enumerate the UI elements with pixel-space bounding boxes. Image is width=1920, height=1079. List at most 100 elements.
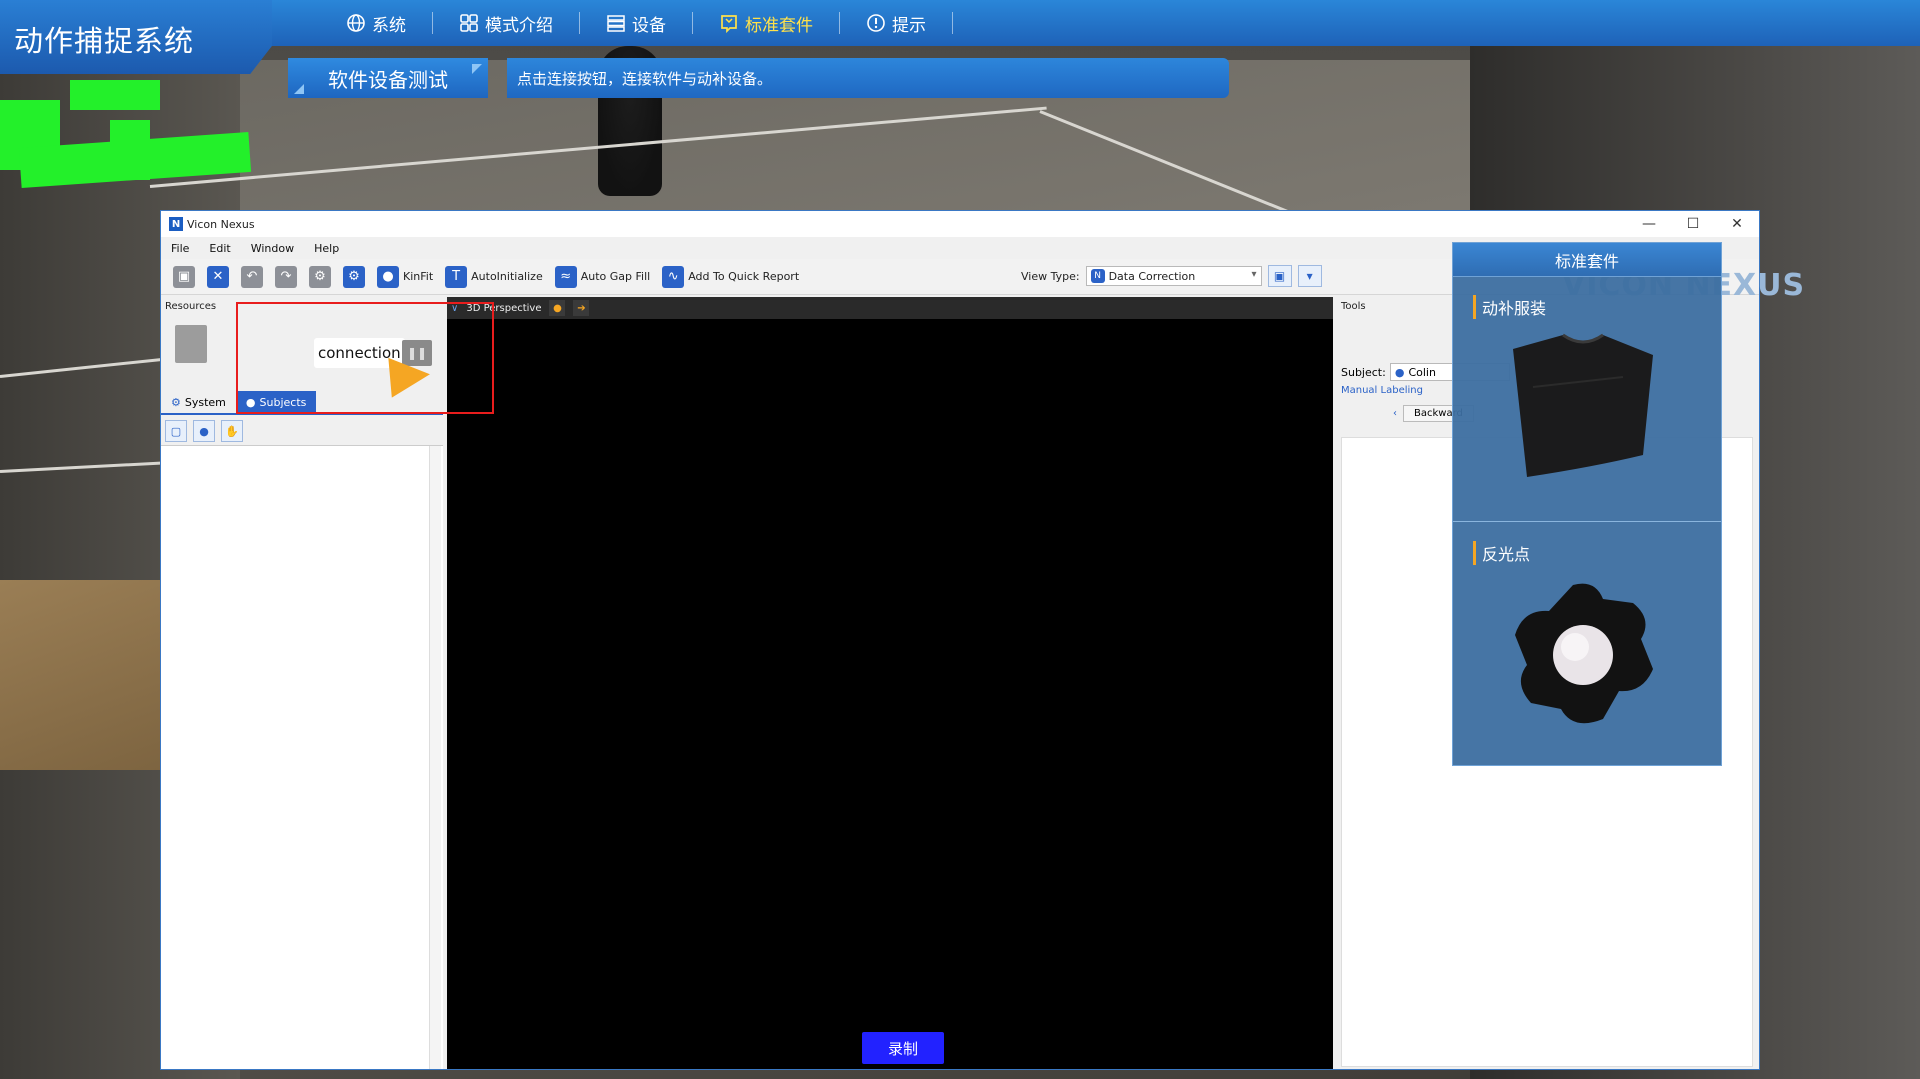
- subject-label: Subject:: [1341, 365, 1386, 379]
- menu-window[interactable]: Window: [241, 242, 304, 255]
- current-step-label: 软件设备测试: [288, 58, 488, 98]
- pipeline-run-icon: ⚙: [343, 265, 365, 288]
- menu-help[interactable]: Help: [304, 242, 349, 255]
- kit-item-suit-label: 动补服装: [1473, 295, 1546, 319]
- autoinit-label: AutoInitialize: [471, 270, 543, 283]
- globe-icon: [346, 13, 366, 33]
- view-type-group: View Type: N Data Correction ▾ ▣ ▾: [1021, 265, 1322, 287]
- view-type-label: View Type:: [1021, 269, 1080, 283]
- person-icon: ●: [377, 265, 399, 288]
- system-icon: ⚙: [171, 395, 181, 409]
- autogap-label: Auto Gap Fill: [580, 270, 651, 283]
- person-icon: ●: [1394, 365, 1405, 379]
- nav-label-mode-intro: 模式介绍: [485, 15, 553, 36]
- nav-label-standard-kit: 标准套件: [745, 15, 813, 36]
- redo-button[interactable]: ↷: [275, 264, 297, 290]
- corner-arrow-icon: [472, 64, 482, 74]
- marker-icon: [1515, 583, 1653, 724]
- undo-button[interactable]: ↶: [241, 264, 263, 290]
- undo-icon: ↶: [241, 265, 263, 288]
- nav-item-tips[interactable]: 提示: [840, 0, 952, 46]
- chevron-down-icon: ▾: [1306, 269, 1313, 283]
- app-title-block: 动作捕捉系统: [0, 0, 272, 74]
- chevron-down-icon: ▾: [1251, 269, 1257, 280]
- delete-button[interactable]: ✕: [207, 264, 229, 290]
- chevron-left-icon: ‹: [1393, 408, 1397, 419]
- corner-arrow-icon: [294, 84, 304, 94]
- instruction-hint: 点击连接按钮，连接软件与动补设备。: [507, 58, 1229, 98]
- autoinit-button[interactable]: T AutoInitialize: [445, 264, 543, 290]
- maximize-button[interactable]: ☐: [1671, 211, 1715, 237]
- hand-icon: ✋: [225, 424, 239, 438]
- menu-file[interactable]: File: [161, 242, 199, 255]
- subject-list-tools: ▢ ● ✋: [161, 417, 443, 445]
- view-options-button[interactable]: ▾: [1297, 265, 1322, 287]
- pipeline-button[interactable]: ⚙: [309, 264, 331, 290]
- close-icon: ✕: [207, 265, 229, 288]
- viewport-header: ∨ 3D Perspective ● ➔: [447, 297, 1333, 319]
- add-subject-button[interactable]: ●: [193, 420, 215, 442]
- view-type-value: Data Correction: [1108, 269, 1196, 283]
- t-pose-icon: T: [445, 265, 468, 288]
- subject-value: Colin: [1408, 365, 1436, 379]
- step-title: 软件设备测试: [328, 67, 448, 92]
- pointer-cursor-icon: [388, 354, 432, 398]
- nav-item-device[interactable]: 设备: [580, 0, 692, 46]
- arrow-icon[interactable]: ➔: [573, 300, 590, 316]
- window-titlebar: N Vicon Nexus — ☐ ✕: [161, 211, 1759, 237]
- info-icon: [866, 13, 886, 33]
- record-button[interactable]: 录制: [862, 1032, 944, 1064]
- save-icon: ▣: [1273, 269, 1286, 283]
- kit-divider: [1453, 521, 1721, 522]
- grid-icon: [459, 13, 479, 33]
- file-icon: [175, 325, 207, 363]
- quick-report-button[interactable]: ∿ Add To Quick Report: [662, 264, 799, 290]
- book-icon: [719, 13, 739, 33]
- menu-edit[interactable]: Edit: [199, 242, 240, 255]
- window-title: Vicon Nexus: [187, 217, 255, 231]
- tab-system[interactable]: ⚙ System: [161, 391, 236, 413]
- nav-label-system: 系统: [372, 15, 406, 36]
- close-button[interactable]: ✕: [1715, 211, 1759, 237]
- kinfit-label: KinFit: [403, 270, 434, 283]
- nav-item-standard-kit[interactable]: 标准套件: [693, 0, 839, 46]
- tab-system-label: System: [184, 395, 226, 409]
- subject-action-button[interactable]: ✋: [221, 420, 243, 442]
- 3d-viewport[interactable]: ∨ 3D Perspective ● ➔: [447, 297, 1333, 1069]
- autogap-button[interactable]: ≈ Auto Gap Fill: [554, 264, 651, 290]
- nexus-icon: N: [1090, 269, 1105, 283]
- subjects-list[interactable]: [161, 445, 443, 1069]
- gap-fill-icon: ≈: [554, 265, 577, 288]
- pipeline-run-button[interactable]: ⚙: [343, 264, 365, 290]
- nav-label-device: 设备: [632, 15, 666, 36]
- top-navigation-bar: [0, 0, 1920, 46]
- kit-item-marker-label: 反光点: [1473, 541, 1530, 565]
- nav-divider: [952, 12, 953, 34]
- camera-icon[interactable]: ●: [549, 300, 566, 316]
- save-view-button[interactable]: ▣: [1267, 265, 1292, 287]
- manual-labeling-label: Manual Labeling: [1341, 385, 1423, 396]
- minimize-button[interactable]: —: [1627, 211, 1671, 237]
- nav-item-system[interactable]: 系统: [320, 0, 432, 46]
- new-subject-button[interactable]: ▢: [165, 420, 187, 442]
- nav-label-tips: 提示: [892, 15, 926, 36]
- kinfit-button[interactable]: ● KinFit: [377, 264, 433, 290]
- kit-item-suit[interactable]: 动补服装: [1453, 277, 1721, 521]
- pipeline-icon: ⚙: [309, 265, 331, 288]
- server-icon: [606, 13, 626, 33]
- nav-item-mode-intro[interactable]: 模式介绍: [433, 0, 579, 46]
- redo-icon: ↷: [275, 265, 297, 288]
- record-label: 录制: [887, 1039, 918, 1058]
- standard-kit-panel: 标准套件 动补服装 反光点: [1452, 242, 1722, 766]
- kit-item-marker[interactable]: 反光点: [1453, 523, 1721, 763]
- shirt-icon: [1513, 333, 1653, 477]
- view-type-select[interactable]: N Data Correction ▾: [1085, 266, 1262, 286]
- vicon-logo-icon: N: [169, 217, 183, 231]
- new-icon: ▢: [170, 424, 182, 438]
- save-button[interactable]: ▣: [173, 264, 195, 290]
- wave-icon: ∿: [662, 265, 685, 288]
- main-nav: 系统 模式介绍 设备 标准套件 提示: [320, 0, 953, 46]
- scrollbar[interactable]: [429, 446, 441, 1069]
- hint-text: 点击连接按钮，连接软件与动补设备。: [517, 69, 773, 88]
- kit-title: 标准套件: [1453, 243, 1721, 277]
